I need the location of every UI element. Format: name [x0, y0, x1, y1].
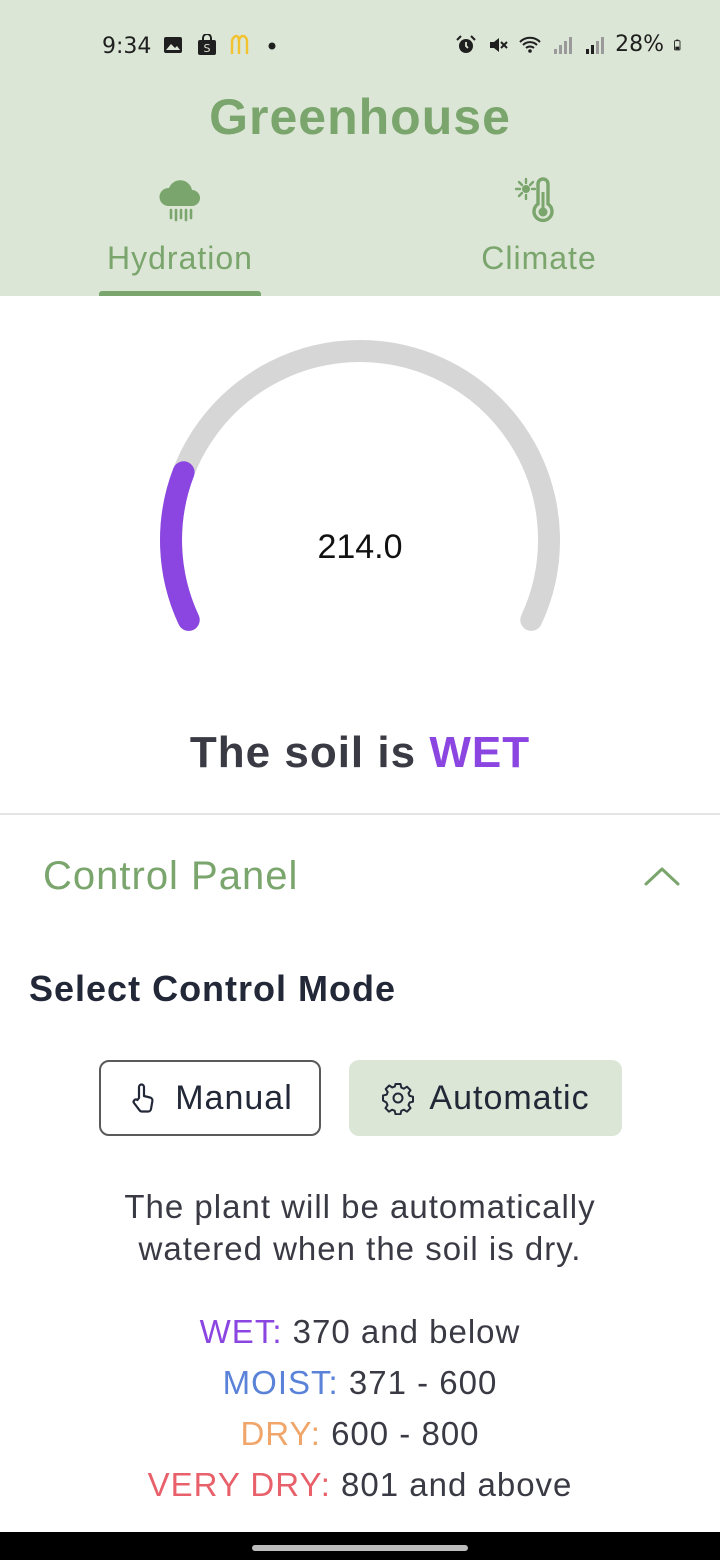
legend-label: WET: [199, 1313, 283, 1350]
tab-bar: Hydration Climate [0, 170, 720, 296]
rain-cloud-icon [159, 180, 200, 222]
home-gesture-handle[interactable] [252, 1545, 468, 1551]
soil-status: The soil is WET [0, 728, 720, 778]
status-left-icons: S [162, 34, 286, 56]
legend-row-wet: WET: 370 and below [0, 1306, 720, 1357]
alarm-icon [456, 34, 476, 53]
dot-icon [268, 42, 276, 50]
legend-range: 370 and below [292, 1313, 521, 1350]
battery-icon [674, 39, 681, 50]
select-control-mode-title: Select Control Mode [29, 968, 397, 1009]
control-panel-header[interactable]: Control Panel [0, 830, 720, 920]
control-panel-title: Control Panel [43, 854, 299, 898]
svg-text:S: S [204, 42, 211, 55]
selected-tab-indicator [99, 291, 261, 296]
tab-hydration-label: Hydration [107, 240, 253, 276]
hand-pointer-icon [132, 1083, 154, 1113]
legend-label: VERY DRY: [147, 1466, 331, 1503]
app-title: Greenhouse [209, 89, 511, 145]
legend-range: 600 - 800 [331, 1415, 480, 1452]
signal-icon [586, 36, 605, 54]
legend-label: DRY: [240, 1415, 321, 1452]
mcdonalds-icon [230, 34, 249, 54]
legend-row-moist: MOIST: 371 - 600 [0, 1357, 720, 1408]
image-icon [164, 37, 182, 53]
section-divider [0, 813, 720, 815]
gauge-track [160, 340, 560, 631]
chevron-up-icon[interactable] [640, 860, 684, 890]
battery-percent: 28% [615, 32, 664, 57]
manual-mode-label: Manual [175, 1078, 293, 1117]
legend-row-dry: DRY: 600 - 800 [0, 1408, 720, 1459]
mode-description: The plant will be automatically watered … [124, 1188, 596, 1267]
mute-icon [490, 37, 508, 52]
gear-icon [382, 1083, 415, 1115]
manual-mode-button[interactable]: Manual [99, 1060, 321, 1136]
tab-climate[interactable]: Climate [419, 170, 659, 296]
shopping-bag-icon: S [198, 34, 216, 55]
status-time: 9:34 [102, 34, 152, 59]
legend-label: MOIST: [222, 1364, 339, 1401]
moisture-legend: WET: 370 and below MOIST: 371 - 600 DRY:… [0, 1306, 720, 1510]
thermometer-sun-icon [514, 177, 554, 223]
signal-icon [554, 36, 573, 54]
status-right-icons: 28% [455, 32, 686, 57]
moisture-gauge [160, 340, 560, 631]
legend-range: 801 and above [341, 1466, 573, 1503]
automatic-mode-label: Automatic [429, 1078, 590, 1117]
tab-climate-label: Climate [481, 240, 597, 276]
gauge-value: 214.0 [317, 528, 403, 566]
soil-status-prefix: The soil is [189, 728, 417, 777]
soil-status-state: WET [429, 728, 531, 777]
legend-row-very-dry: VERY DRY: 801 and above [0, 1459, 720, 1510]
wifi-icon [519, 36, 541, 53]
legend-range: 371 - 600 [348, 1364, 498, 1401]
automatic-mode-button[interactable]: Automatic [349, 1060, 622, 1136]
status-bar: 9:34 S 28% [0, 0, 720, 90]
tab-hydration[interactable]: Hydration [60, 170, 300, 296]
